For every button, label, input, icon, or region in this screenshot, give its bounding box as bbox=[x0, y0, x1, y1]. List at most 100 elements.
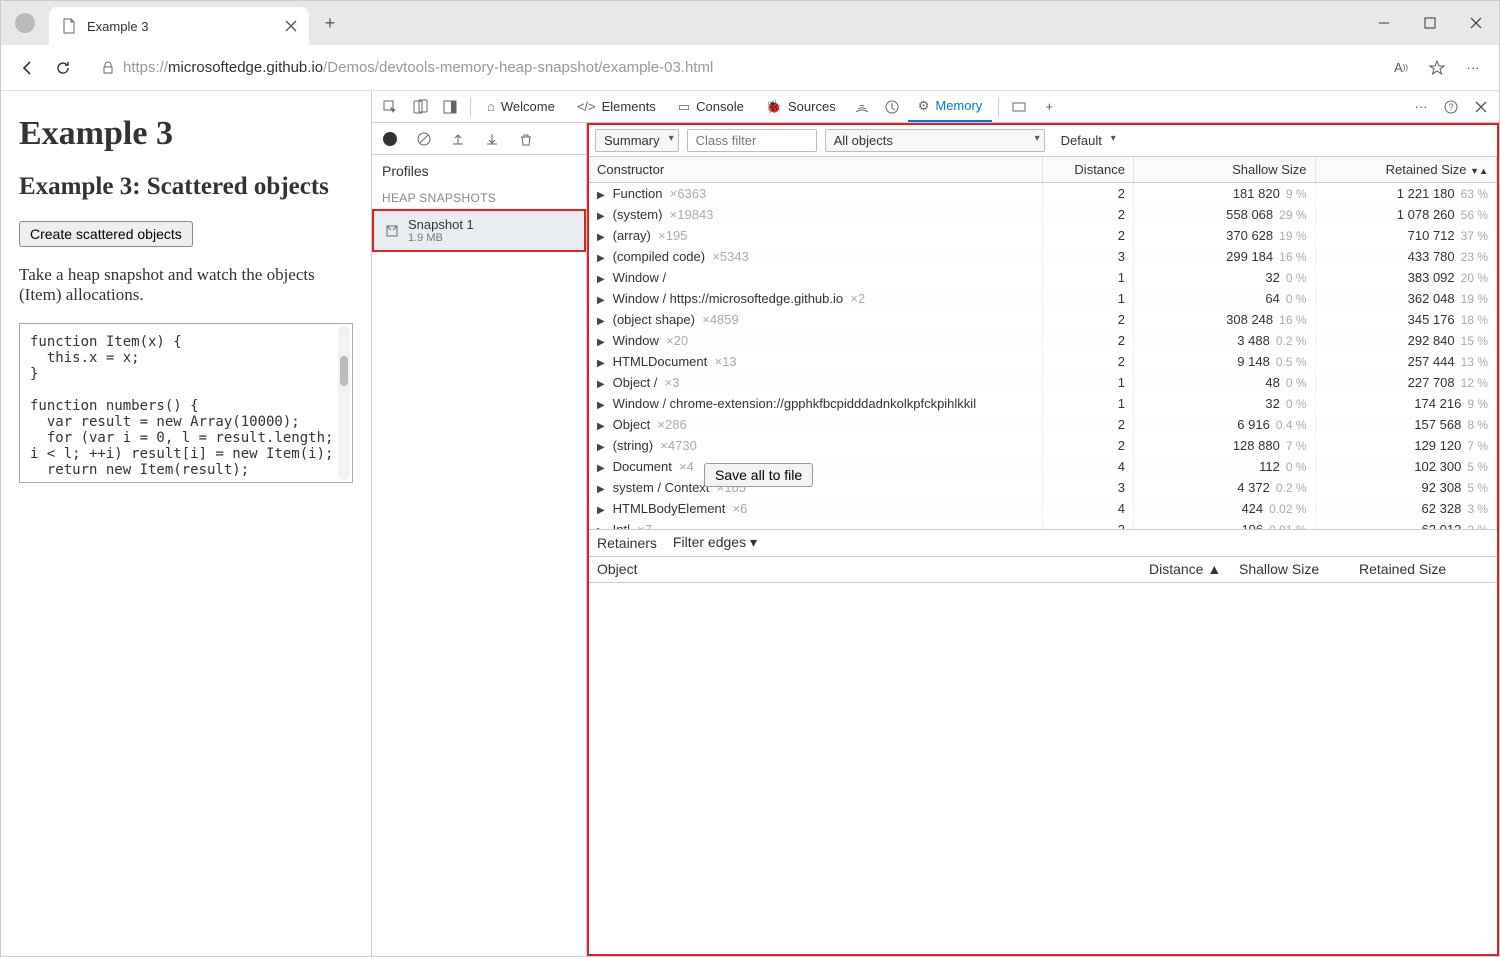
snapshot-name: Snapshot 1 bbox=[408, 217, 474, 232]
url-text: https://microsoftedge.github.io/Demos/de… bbox=[123, 59, 713, 76]
refresh-button[interactable] bbox=[45, 50, 81, 86]
expand-icon[interactable]: ▶ bbox=[597, 421, 609, 432]
clear-button[interactable] bbox=[412, 127, 436, 151]
save-all-to-file-button[interactable]: Save all to file bbox=[704, 463, 813, 487]
table-row[interactable]: ▶ (array) ×1952370 62819 %710 71237 % bbox=[589, 225, 1497, 246]
tab-console[interactable]: ▭Console bbox=[668, 92, 754, 122]
record-button[interactable] bbox=[378, 127, 402, 151]
create-scattered-objects-button[interactable]: Create scattered objects bbox=[19, 221, 193, 247]
close-window-button[interactable] bbox=[1453, 1, 1499, 45]
devtools-panel: ⌂Welcome </>Elements ▭Console 🐞Sources ⚙… bbox=[371, 91, 1499, 956]
gc-button[interactable] bbox=[514, 127, 538, 151]
col-distance-r[interactable]: Distance ▲ bbox=[1149, 561, 1239, 577]
add-tab-icon[interactable]: + bbox=[1035, 93, 1063, 121]
col-retained[interactable]: Retained Size ▼▲ bbox=[1315, 157, 1497, 183]
expand-icon[interactable]: ▶ bbox=[597, 232, 609, 243]
class-filter-input[interactable] bbox=[687, 129, 817, 152]
read-aloud-button[interactable]: A)) bbox=[1383, 50, 1419, 86]
expand-icon[interactable]: ▶ bbox=[597, 316, 609, 327]
inspect-element-icon[interactable] bbox=[376, 93, 404, 121]
table-row[interactable]: ▶ Object / ×31480 %227 70812 % bbox=[589, 372, 1497, 393]
expand-icon[interactable]: ▶ bbox=[597, 211, 609, 222]
table-row[interactable]: ▶ Window ×2023 4880.2 %292 84015 % bbox=[589, 330, 1497, 351]
table-row[interactable]: ▶ (compiled code) ×53433299 18416 %433 7… bbox=[589, 246, 1497, 267]
devtools-tabbar: ⌂Welcome </>Elements ▭Console 🐞Sources ⚙… bbox=[372, 91, 1499, 123]
tab-memory[interactable]: ⚙Memory bbox=[908, 92, 993, 122]
home-icon: ⌂ bbox=[487, 99, 495, 114]
minimize-button[interactable] bbox=[1361, 1, 1407, 45]
lock-icon bbox=[101, 61, 115, 75]
load-button[interactable] bbox=[446, 127, 470, 151]
expand-icon[interactable]: ▶ bbox=[597, 253, 609, 264]
memory-filter-bar: Summary All objects Default bbox=[589, 125, 1497, 157]
help-icon[interactable]: ? bbox=[1437, 93, 1465, 121]
expand-icon[interactable]: ▶ bbox=[597, 400, 609, 411]
more-tools-icon[interactable]: ··· bbox=[1407, 93, 1435, 121]
retainers-empty bbox=[589, 583, 1497, 955]
col-shallow-r[interactable]: Shallow Size bbox=[1239, 561, 1359, 577]
profile-avatar[interactable] bbox=[15, 13, 35, 33]
favorites-button[interactable] bbox=[1419, 50, 1455, 86]
close-devtools-icon[interactable] bbox=[1467, 93, 1495, 121]
device-emulation-icon[interactable] bbox=[406, 93, 434, 121]
browser-tab[interactable]: Example 3 bbox=[49, 7, 309, 45]
svg-text:?: ? bbox=[1448, 102, 1453, 112]
back-button[interactable] bbox=[9, 50, 45, 86]
col-shallow[interactable]: Shallow Size bbox=[1134, 157, 1316, 183]
table-row[interactable]: ▶ Window / 1320 %383 09220 % bbox=[589, 267, 1497, 288]
code-scrollbar[interactable] bbox=[338, 326, 350, 480]
console-icon: ▭ bbox=[678, 99, 690, 115]
table-row[interactable]: ▶ Intl ×721960.01 %62 0123 % bbox=[589, 519, 1497, 529]
expand-icon[interactable]: ▶ bbox=[597, 358, 609, 369]
tab-welcome[interactable]: ⌂Welcome bbox=[477, 92, 565, 122]
save-button[interactable] bbox=[480, 127, 504, 151]
col-object[interactable]: Object bbox=[597, 561, 1149, 577]
close-tab-icon[interactable] bbox=[285, 20, 297, 32]
objects-filter-dropdown[interactable]: All objects bbox=[825, 129, 1045, 152]
table-row[interactable]: ▶ HTMLBodyElement ×644240.02 %62 3283 % bbox=[589, 498, 1497, 519]
scrollbar-thumb[interactable] bbox=[340, 356, 348, 386]
retainers-columns: Object Distance ▲ Shallow Size Retained … bbox=[589, 557, 1497, 583]
memory-main-panel: Summary All objects Default Constructor … bbox=[587, 123, 1499, 956]
table-row[interactable]: ▶ (object shape) ×48592308 24816 %345 17… bbox=[589, 309, 1497, 330]
settings-menu-button[interactable]: ··· bbox=[1455, 50, 1491, 86]
expand-icon[interactable]: ▶ bbox=[597, 379, 609, 390]
table-row[interactable]: ▶ HTMLDocument ×1329 1480.5 %257 44413 % bbox=[589, 351, 1497, 372]
expand-icon[interactable]: ▶ bbox=[597, 295, 609, 306]
table-row[interactable]: ▶ Window / https://microsoftedge.github.… bbox=[589, 288, 1497, 309]
expand-icon[interactable]: ▶ bbox=[597, 484, 609, 495]
tab-elements[interactable]: </>Elements bbox=[567, 92, 666, 122]
new-tab-button[interactable]: + bbox=[315, 8, 345, 38]
snapshot-item[interactable]: Snapshot 1 1.9 MB bbox=[372, 209, 586, 252]
code-icon: </> bbox=[577, 99, 596, 114]
drawer-icon[interactable] bbox=[1005, 93, 1033, 121]
table-row[interactable]: ▶ (system) ×198432558 06829 %1 078 26056… bbox=[589, 204, 1497, 225]
view-dropdown[interactable]: Summary bbox=[595, 129, 679, 152]
address-bar[interactable]: https://microsoftedge.github.io/Demos/de… bbox=[89, 51, 1375, 85]
col-constructor[interactable]: Constructor bbox=[589, 157, 1043, 183]
performance-icon[interactable] bbox=[878, 93, 906, 121]
expand-icon[interactable]: ▶ bbox=[597, 190, 609, 201]
expand-icon[interactable]: ▶ bbox=[597, 274, 609, 285]
filter-edges-dropdown[interactable]: Filter edges ▾ bbox=[673, 534, 757, 551]
network-icon[interactable] bbox=[848, 93, 876, 121]
dock-side-icon[interactable] bbox=[436, 93, 464, 121]
expand-icon[interactable]: ▶ bbox=[597, 337, 609, 348]
table-row[interactable]: ▶ Object ×28626 9160.4 %157 5688 % bbox=[589, 414, 1497, 435]
retainers-label: Retainers bbox=[597, 535, 657, 551]
code-textarea[interactable]: function Item(x) { this.x = x; } functio… bbox=[19, 323, 353, 483]
table-row[interactable]: ▶ Function ×63632181 8209 %1 221 18063 % bbox=[589, 183, 1497, 205]
expand-icon[interactable]: ▶ bbox=[597, 526, 609, 529]
col-retained-r[interactable]: Retained Size bbox=[1359, 561, 1489, 577]
table-row[interactable]: ▶ (string) ×47302128 8807 %129 1207 % bbox=[589, 435, 1497, 456]
perspective-dropdown[interactable]: Default bbox=[1053, 130, 1120, 151]
url-scheme: https:// bbox=[123, 59, 168, 76]
table-row[interactable]: ▶ Window / chrome-extension://gpphkfbcpi… bbox=[589, 393, 1497, 414]
expand-icon[interactable]: ▶ bbox=[597, 442, 609, 453]
profiles-heading: Profiles bbox=[372, 155, 586, 187]
col-distance[interactable]: Distance bbox=[1043, 157, 1134, 183]
maximize-button[interactable] bbox=[1407, 1, 1453, 45]
expand-icon[interactable]: ▶ bbox=[597, 463, 609, 474]
expand-icon[interactable]: ▶ bbox=[597, 505, 609, 516]
tab-sources[interactable]: 🐞Sources bbox=[756, 92, 846, 122]
